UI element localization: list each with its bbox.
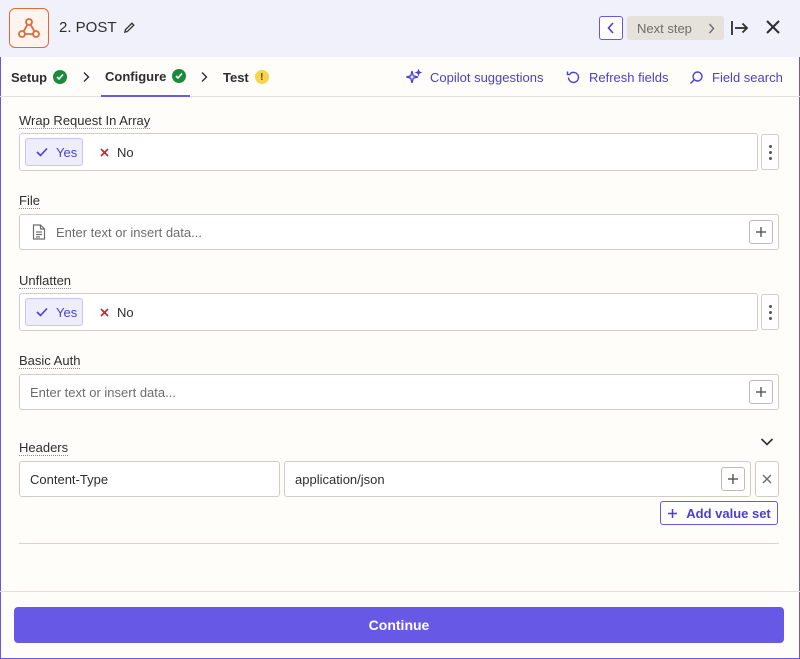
- document-icon: [32, 224, 46, 240]
- check-circle-icon: [172, 69, 187, 83]
- unflatten-yes-option[interactable]: Yes: [25, 298, 83, 326]
- wrap-request-no-option[interactable]: No: [100, 138, 134, 166]
- wrap-request-label: Wrap Request In Array: [19, 113, 151, 129]
- wrap-request-yes-option[interactable]: Yes: [25, 138, 83, 166]
- plus-icon: [668, 508, 678, 518]
- check-circle-icon: [53, 70, 68, 84]
- step-title[interactable]: 2. POST: [59, 19, 136, 36]
- next-step-button[interactable]: Next step: [627, 16, 724, 40]
- file-input[interactable]: Enter text or insert data...: [19, 214, 779, 250]
- tab-test-label: Test: [223, 69, 249, 85]
- chevron-left-icon: [607, 22, 614, 34]
- refresh-fields-label: Refresh fields: [589, 69, 669, 85]
- step-tabs: Setup Configure Test ! Copilot suggestio…: [0, 57, 800, 97]
- refresh-icon: [566, 71, 580, 83]
- header-value-value: application/json: [295, 471, 385, 487]
- header-value-input[interactable]: application/json: [284, 461, 751, 497]
- section-divider: [19, 543, 779, 544]
- x-icon: [100, 307, 109, 317]
- search-icon: [690, 70, 703, 84]
- chevron-right-icon: [708, 23, 715, 33]
- continue-button[interactable]: Continue: [14, 607, 784, 643]
- add-value-set-label: Add value set: [686, 505, 771, 521]
- x-icon: [762, 474, 772, 484]
- step-title-text: 2. POST: [59, 19, 117, 36]
- refresh-fields-button[interactable]: Refresh fields: [566, 57, 668, 97]
- headers-label: Headers: [19, 440, 69, 456]
- next-step-label: Next step: [637, 20, 692, 36]
- basic-auth-placeholder: Enter text or insert data...: [30, 384, 176, 400]
- unflatten-label: Unflatten: [19, 273, 72, 289]
- plus-icon: [728, 474, 738, 484]
- warning-circle-icon: !: [254, 70, 269, 84]
- tab-setup[interactable]: Setup: [11, 57, 68, 97]
- wrap-request-toggle: Yes No: [19, 133, 758, 171]
- x-icon: [100, 147, 109, 157]
- wrap-request-more-button[interactable]: [761, 134, 779, 170]
- copilot-suggestions-label: Copilot suggestions: [430, 69, 544, 85]
- close-icon[interactable]: [764, 18, 782, 36]
- file-placeholder: Enter text or insert data...: [56, 224, 202, 240]
- step-header: 2. POST Next step: [0, 0, 800, 57]
- field-search-button[interactable]: Field search: [689, 57, 783, 97]
- file-label: File: [19, 193, 40, 209]
- basic-auth-label: Basic Auth: [19, 353, 81, 369]
- tab-setup-label: Setup: [11, 69, 48, 85]
- check-icon: [36, 147, 48, 157]
- header-value-insert-button[interactable]: [721, 467, 745, 491]
- tab-configure[interactable]: Configure: [101, 57, 191, 97]
- add-value-set-button[interactable]: Add value set: [660, 501, 778, 525]
- chevron-right-icon: [83, 72, 90, 82]
- unflatten-toggle: Yes No: [19, 293, 758, 331]
- no-label: No: [117, 304, 134, 320]
- pencil-icon[interactable]: [123, 21, 136, 34]
- previous-step-button[interactable]: [599, 16, 623, 40]
- unflatten-no-option[interactable]: No: [100, 298, 134, 326]
- plus-icon: [756, 227, 766, 237]
- copilot-suggestions-button[interactable]: Copilot suggestions: [406, 57, 543, 97]
- plus-icon: [756, 387, 766, 397]
- expand-panel-icon[interactable]: [730, 18, 750, 38]
- file-insert-button[interactable]: [749, 220, 773, 244]
- webhook-app-icon: [9, 8, 49, 48]
- tab-test[interactable]: Test !: [223, 57, 269, 97]
- basic-auth-input[interactable]: Enter text or insert data...: [19, 374, 779, 410]
- unflatten-more-button[interactable]: [761, 294, 779, 330]
- header-key-input[interactable]: Content-Type: [19, 461, 280, 497]
- footer-divider: [0, 591, 800, 592]
- check-icon: [36, 307, 48, 317]
- sparkle-icon: [406, 69, 422, 84]
- yes-label: Yes: [56, 304, 78, 320]
- no-label: No: [117, 144, 134, 160]
- field-search-label: Field search: [712, 69, 783, 85]
- header-key-value: Content-Type: [30, 471, 109, 487]
- yes-label: Yes: [56, 144, 78, 160]
- chevron-down-icon[interactable]: [760, 437, 774, 447]
- basic-auth-insert-button[interactable]: [749, 380, 773, 404]
- chevron-right-icon: [201, 72, 208, 82]
- tab-configure-label: Configure: [105, 68, 167, 84]
- remove-header-button[interactable]: [755, 461, 779, 497]
